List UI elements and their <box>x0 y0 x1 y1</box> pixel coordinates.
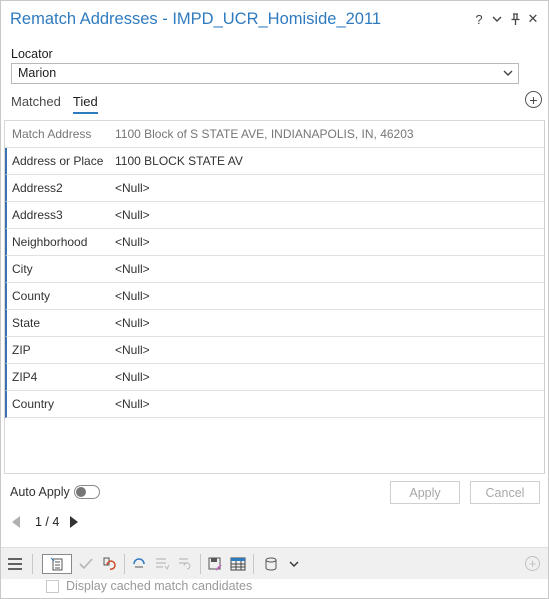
field-value: <Null> <box>115 181 150 195</box>
database-icon[interactable] <box>261 554 281 574</box>
locator-value: Marion <box>18 66 57 80</box>
zoom-candidate-icon <box>175 554 195 574</box>
toolbar-divider <box>32 554 33 574</box>
table-row[interactable]: Neighborhood <Null> <box>5 229 544 256</box>
field-key: Address2 <box>12 181 63 195</box>
display-cached-label: Display cached match candidates <box>66 579 253 593</box>
field-value: 1100 BLOCK STATE AV <box>115 154 243 168</box>
checkmark-icon[interactable] <box>76 554 96 574</box>
field-value: <Null> <box>115 397 150 411</box>
add-candidate-icon[interactable]: + <box>525 91 542 108</box>
table-row[interactable]: Address3 <Null> <box>5 202 544 229</box>
pane-title: Rematch Addresses - IMPD_UCR_Homiside_20… <box>10 10 382 28</box>
field-key: State <box>12 316 41 330</box>
rematch-pane: Rematch Addresses - IMPD_UCR_Homiside_20… <box>0 0 549 599</box>
next-arrow-icon[interactable] <box>69 516 79 528</box>
previous-arrow-icon[interactable] <box>11 516 21 528</box>
save-edits-icon[interactable] <box>205 554 225 574</box>
menu-chevron-icon[interactable] <box>490 10 504 28</box>
toolbar-divider <box>253 554 254 574</box>
field-value: <Null> <box>115 208 150 222</box>
table-row[interactable]: State <Null> <box>5 310 544 337</box>
field-value: <Null> <box>115 370 150 384</box>
toolbar-divider <box>200 554 201 574</box>
match-address-row: Match Address 1100 Block of S STATE AVE,… <box>5 121 544 148</box>
table-row[interactable]: Address2 <Null> <box>5 175 544 202</box>
close-icon[interactable]: ✕ <box>526 10 540 28</box>
add-circle-icon: + <box>525 556 540 571</box>
chevron-down-icon <box>503 70 513 76</box>
field-key: County <box>12 289 51 303</box>
apply-button[interactable]: Apply <box>390 481 460 504</box>
table-row[interactable]: ZIP4 <Null> <box>5 364 544 391</box>
field-value: <Null> <box>115 316 150 330</box>
field-value: <Null> <box>115 343 150 357</box>
auto-apply-label: Auto Apply <box>10 485 70 499</box>
field-value: 1100 Block of S STATE AVE, INDIANAPOLIS,… <box>115 127 414 141</box>
field-key: Address or Place <box>12 154 104 168</box>
refresh-candidates-icon[interactable] <box>129 554 149 574</box>
unmatch-icon[interactable] <box>99 554 119 574</box>
field-key: Neighborhood <box>12 235 88 249</box>
table-row[interactable]: Address or Place 1100 BLOCK STATE AV <box>5 148 544 175</box>
field-key: Country <box>12 397 55 411</box>
hamburger-menu-icon[interactable] <box>5 554 25 574</box>
field-value: <Null> <box>115 289 150 303</box>
chevron-down-icon[interactable] <box>284 554 304 574</box>
attribute-table-icon[interactable] <box>228 554 248 574</box>
field-key: Address3 <box>12 208 63 222</box>
tab-tied[interactable]: Tied <box>72 94 98 114</box>
field-value: <Null> <box>115 262 150 276</box>
display-cached-checkbox[interactable] <box>46 579 59 593</box>
field-key: City <box>12 262 33 276</box>
rematch-list-icon[interactable] <box>42 554 72 574</box>
locator-label: Locator <box>11 47 53 61</box>
field-key: ZIP <box>12 343 31 357</box>
auto-apply-toggle[interactable] <box>74 485 100 499</box>
title-bar: Rematch Addresses - IMPD_UCR_Homiside_20… <box>1 1 548 39</box>
cancel-button[interactable]: Cancel <box>470 481 540 504</box>
filter-candidates-icon <box>152 554 172 574</box>
locator-dropdown[interactable]: Marion <box>11 63 519 84</box>
candidate-pager: 1 / 4 <box>11 515 79 529</box>
help-icon[interactable]: ? <box>472 10 486 28</box>
candidate-table: Match Address 1100 Block of S STATE AVE,… <box>4 120 545 474</box>
field-key: Match Address <box>12 127 92 141</box>
display-cached-option: Display cached match candidates <box>46 579 252 593</box>
field-value: <Null> <box>115 235 150 249</box>
table-row[interactable]: County <Null> <box>5 283 544 310</box>
bottom-toolbar: + <box>1 547 548 579</box>
tab-matched[interactable]: Matched <box>11 94 61 114</box>
window-controls: ? ✕ <box>472 10 540 28</box>
table-row[interactable]: City <Null> <box>5 256 544 283</box>
page-indicator: 1 / 4 <box>35 515 60 529</box>
table-row[interactable]: ZIP <Null> <box>5 337 544 364</box>
pin-icon[interactable] <box>508 10 522 28</box>
toggle-knob <box>76 487 86 497</box>
table-row[interactable]: Country <Null> <box>5 391 544 418</box>
toolbar-divider <box>124 554 125 574</box>
candidate-tabs: Matched Tied <box>11 94 98 114</box>
field-key: ZIP4 <box>12 370 38 384</box>
